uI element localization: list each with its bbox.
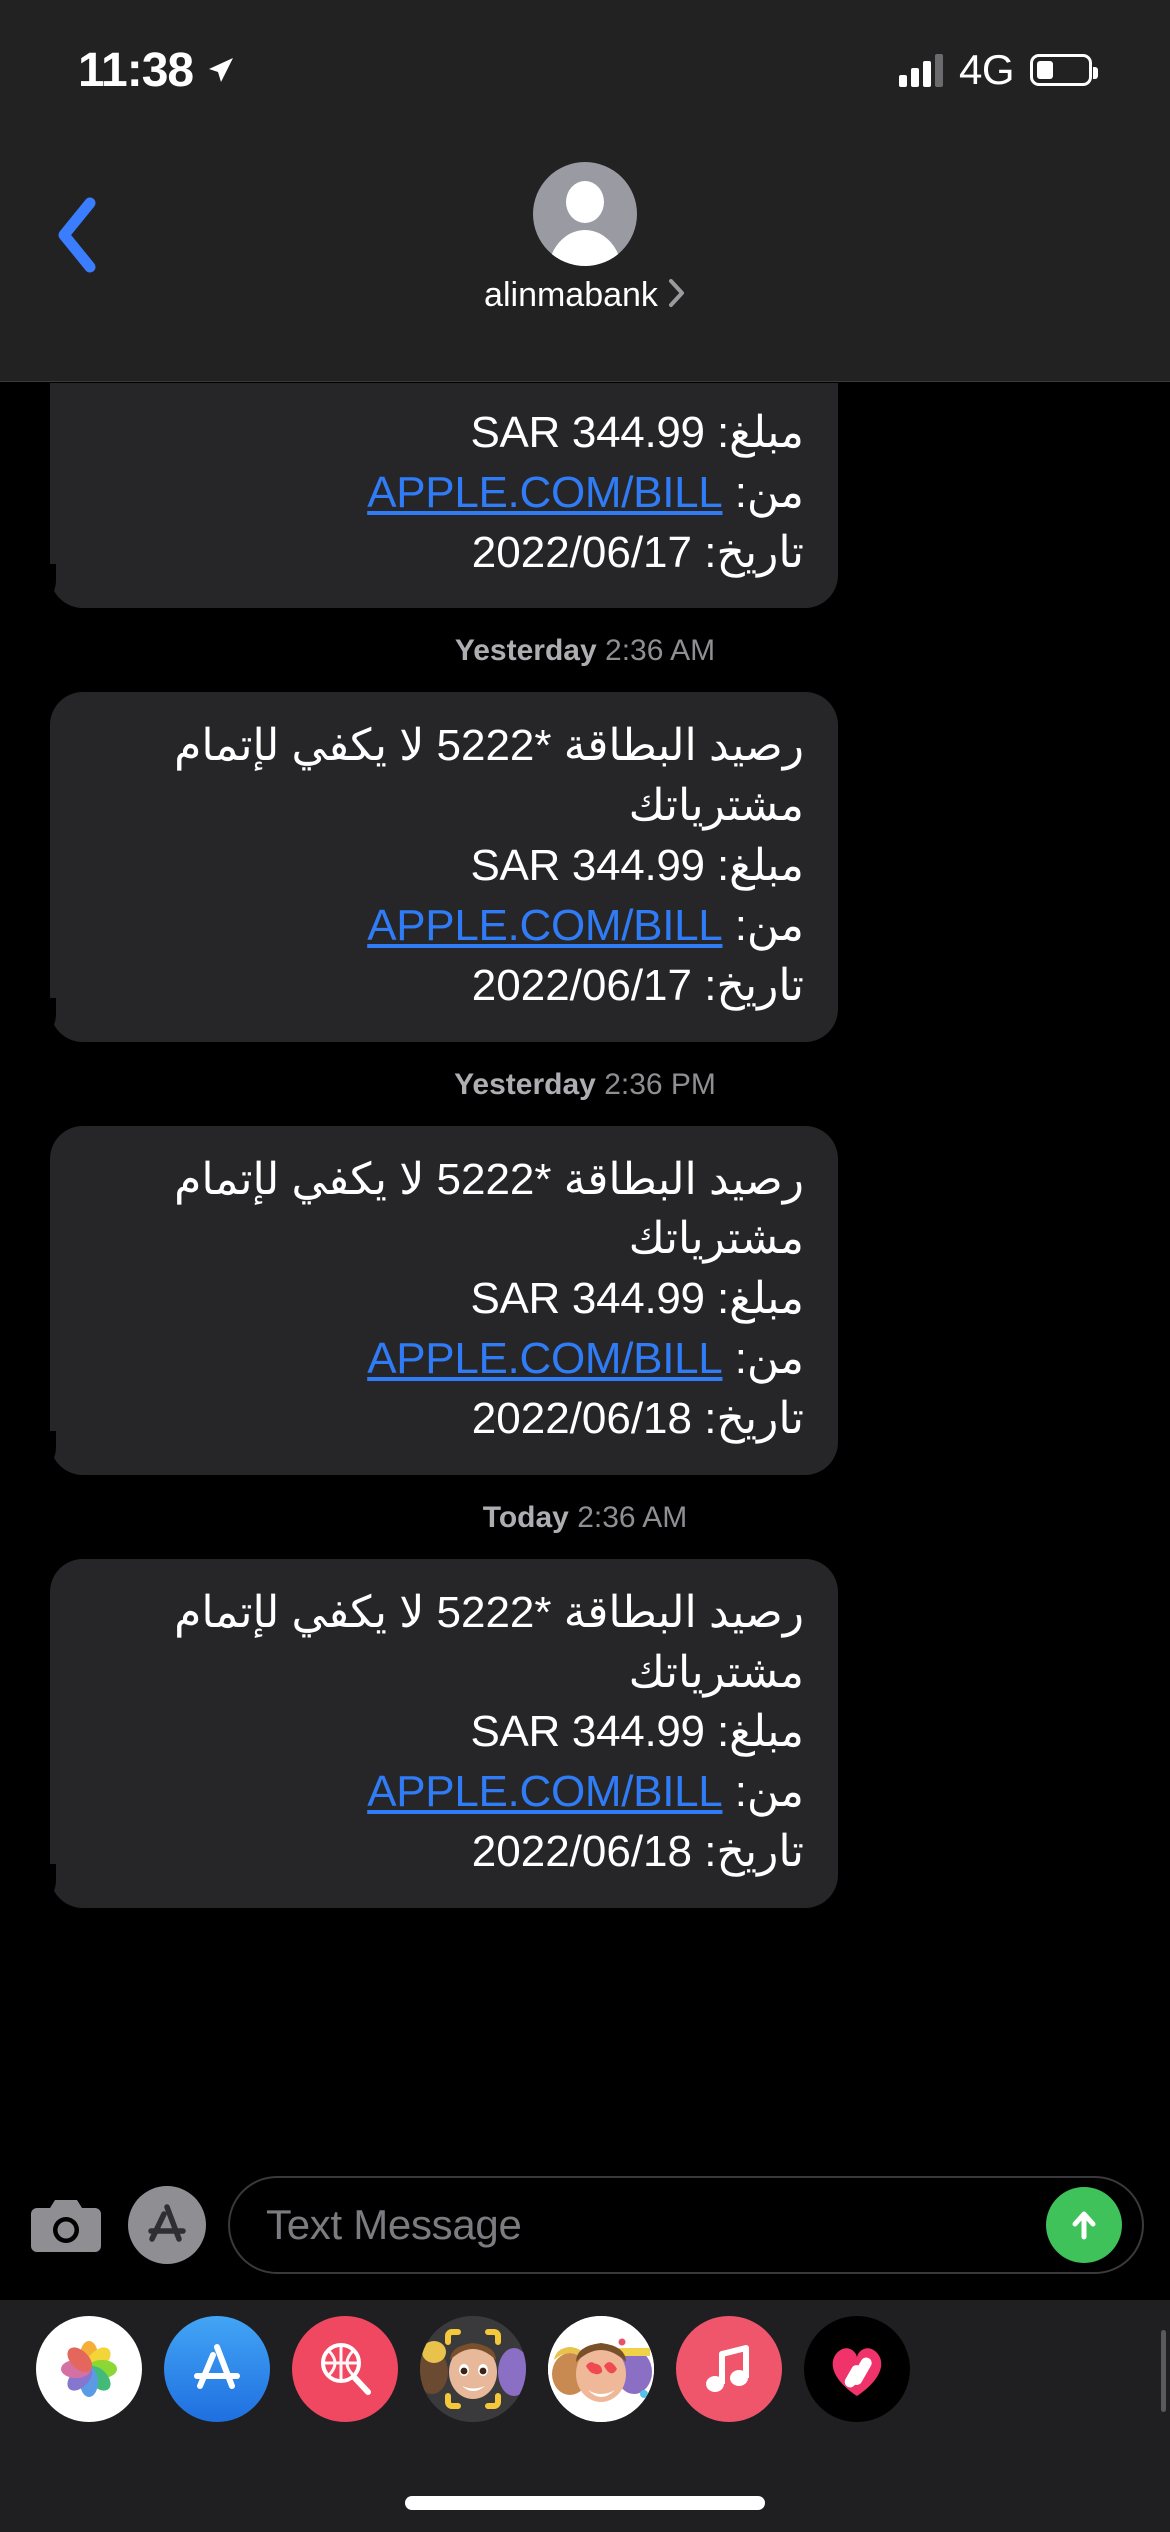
timestamp-day: Yesterday [454,1067,596,1101]
status-time: 11:38 [78,43,194,97]
fitness-app-icon[interactable] [804,2316,910,2422]
sender-label: من: [734,900,805,950]
message-date-line: تاريخ: 2022/06/18 [471,1827,805,1877]
sender-label: من: [734,467,805,517]
message-date-line: تاريخ: 2022/06/17 [471,527,805,577]
status-bar-left: 11:38 [78,43,235,98]
message-body: رصيد البطاقة *5222 لا يكفي لإتمام مشتريا… [174,1154,804,1264]
bubble-tail [34,1430,74,1475]
message-text-field[interactable]: Text Message [228,2176,1144,2274]
network-type-label: 4G [958,46,1015,93]
timestamp-time: 2:36 AM [605,634,716,668]
sender-label: من: [734,1334,805,1384]
apple-bill-link[interactable]: APPLE.COM/BILL [367,1767,723,1816]
contact-avatar-icon [533,162,637,266]
bubble-tail [34,564,74,609]
camera-icon [31,2200,101,2252]
timestamp-separator: Yesterday 2:36 AM [0,608,1170,692]
message-bubble[interactable]: رصيد البطاقة *5222 لا يكفي لإتمام مشتريا… [34,1125,838,1475]
timestamp-time: 2:36 PM [604,1067,716,1101]
navigation-bar: alinmabank [0,140,1170,382]
cellular-signal-icon [898,53,943,87]
status-bar: 11:38 4G [0,0,1170,140]
battery-icon [1030,54,1098,86]
app-store-button[interactable] [128,2186,206,2264]
message-sender-line: من: APPLE.COM/BILL [84,463,804,523]
contact-name: alinmabank [484,276,658,314]
sender-label: من: [734,1767,805,1817]
home-indicator[interactable] [405,2496,765,2510]
bubble-tail [34,997,74,1042]
message-date-line: تاريخ: 2022/06/18 [471,1393,805,1443]
message-input-bar: Text Message [0,2150,1170,2300]
message-date-line: تاريخ: 2022/06/17 [471,960,805,1010]
app-drawer-scrollbar[interactable] [1161,2330,1166,2412]
bubble-tail [34,1863,74,1908]
message-bubble[interactable]: رصيد البطاقة *5222 لا يكفي لإتمام مشتريا… [34,1558,838,1908]
memoji-app-icon[interactable] [420,2316,526,2422]
app-store-icon [148,2204,186,2242]
timestamp-time: 2:36 AM [577,1500,688,1534]
message-row: رصيد البطاقة *5222 لا يكفي لإتمام مشتريا… [0,1125,1170,1475]
status-bar-right: 4G [898,46,1098,94]
message-bubble[interactable]: رصيد البطاقة *5222 لا يكفي لإتمام مشتريا… [34,692,838,1042]
app-store-app-icon[interactable] [164,2316,270,2422]
apple-bill-link[interactable]: APPLE.COM/BILL [367,1334,723,1383]
message-sender-line: من: APPLE.COM/BILL [84,896,804,956]
camera-button[interactable] [26,2185,106,2265]
timestamp-separator: Today 2:36 AM [0,1475,1170,1559]
location-arrow-icon [205,55,235,85]
chevron-right-icon [668,278,686,313]
message-body: رصيد البطاقة *5222 لا يكفي لإتمام مشتريا… [174,721,804,831]
apple-music-app-icon[interactable] [676,2316,782,2422]
conversation-list[interactable]: مبلغ: SAR 344.99 من: APPLE.COM/BILL تاري… [0,383,1170,2150]
send-arrow-up-icon [1072,2211,1096,2240]
messages-screen: 11:38 4G alinmabank مبلغ: SAR 344.99 من:… [0,0,1170,2532]
message-sender-line: من: APPLE.COM/BILL [84,1762,804,1822]
timestamp-day: Today [482,1500,569,1534]
message-row: رصيد البطاقة *5222 لا يكفي لإتمام مشتريا… [0,1558,1170,1908]
message-amount-line: مبلغ: SAR 344.99 [470,1707,804,1757]
message-row: رصيد البطاقة *5222 لا يكفي لإتمام مشتريا… [0,692,1170,1042]
message-body: رصيد البطاقة *5222 لا يكفي لإتمام مشتريا… [174,1587,804,1697]
message-placeholder: Text Message [266,2201,522,2248]
timestamp-day: Yesterday [454,634,597,668]
images-search-app-icon[interactable] [292,2316,398,2422]
photos-app-icon[interactable] [36,2316,142,2422]
message-amount-line: مبلغ: SAR 344.99 [470,841,804,891]
timestamp-separator: Yesterday 2:36 PM [0,1042,1170,1126]
message-amount-line: مبلغ: SAR 344.99 [470,1274,804,1324]
message-bubble[interactable]: مبلغ: SAR 344.99 من: APPLE.COM/BILL تاري… [34,383,838,609]
contact-name-row[interactable]: alinmabank [484,276,686,315]
memoji-stickers-app-icon[interactable] [548,2316,654,2422]
message-sender-line: من: APPLE.COM/BILL [84,1329,804,1389]
message-row: مبلغ: SAR 344.99 من: APPLE.COM/BILL تاري… [0,383,1170,609]
message-amount-line: مبلغ: SAR 344.99 [470,408,804,457]
imessage-app-drawer [0,2300,1170,2532]
send-button[interactable] [1046,2187,1122,2263]
app-drawer-row[interactable] [0,2316,1170,2422]
apple-bill-link[interactable]: APPLE.COM/BILL [367,468,723,517]
apple-bill-link[interactable]: APPLE.COM/BILL [367,901,723,950]
contact-header[interactable]: alinmabank [0,162,1170,315]
